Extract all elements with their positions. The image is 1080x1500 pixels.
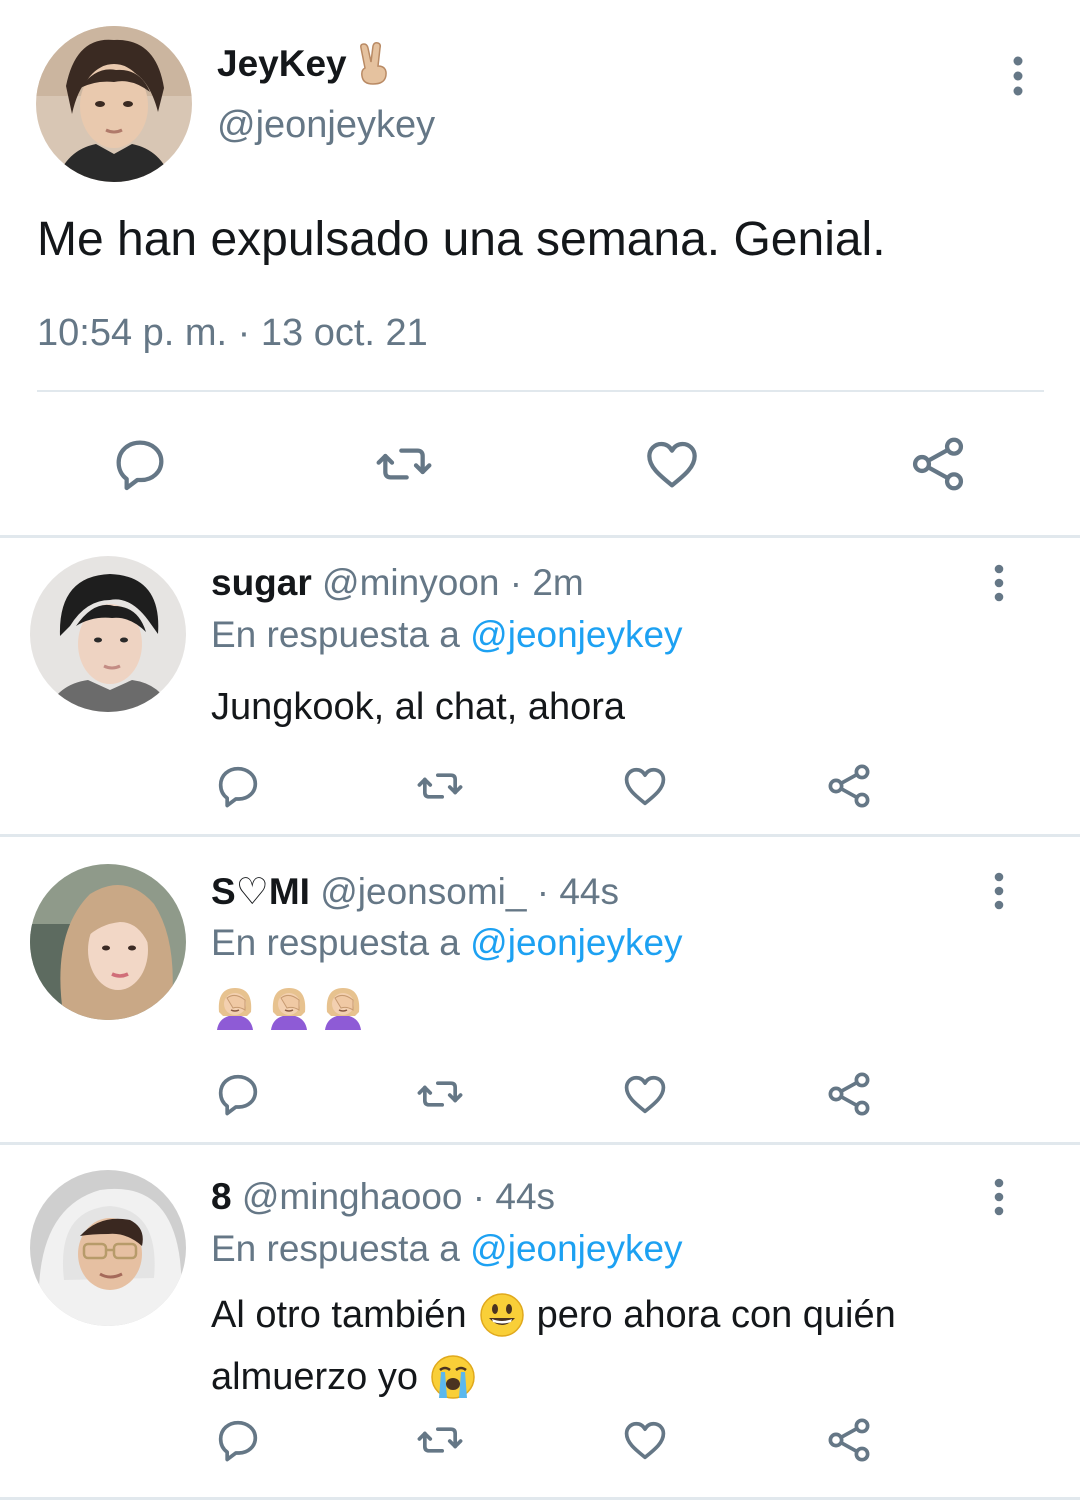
tweet-text: Al otro también pero ahora con quién alm…: [211, 1284, 1011, 1408]
like-icon[interactable]: [619, 1414, 671, 1466]
share-icon[interactable]: [823, 760, 875, 812]
author-name-text: JeyKey: [217, 43, 347, 84]
reply-tweet[interactable]: S♡MI @jeonsomi_ · 44s En respuesta a @je…: [0, 846, 1080, 1142]
tweet-thread: JeyKey @jeonjeykey Me han expulsado una …: [0, 0, 1080, 1500]
reply-tweet[interactable]: sugar @minyoon · 2m En respuesta a @jeon…: [0, 538, 1080, 834]
replying-to: En respuesta a @jeonjeykey: [211, 614, 683, 656]
author-name[interactable]: S♡MI: [211, 871, 310, 912]
facepalm-emoji: [211, 982, 259, 1030]
avatar[interactable]: [36, 26, 192, 182]
avatar[interactable]: [30, 1170, 186, 1326]
reply-icon[interactable]: [212, 1068, 264, 1120]
tweet-time[interactable]: 44s: [495, 1176, 555, 1217]
like-icon[interactable]: [619, 760, 671, 812]
tweet-time[interactable]: 44s: [559, 871, 619, 912]
replying-label: En respuesta a: [211, 922, 460, 963]
retweet-icon[interactable]: [414, 1414, 466, 1466]
loudly-crying-face-emoji: [430, 1354, 476, 1400]
facepalm-emoji: [265, 982, 313, 1030]
divider: [0, 1142, 1080, 1145]
share-icon[interactable]: [823, 1414, 875, 1466]
replying-to: En respuesta a @jeonjeykey: [211, 1228, 683, 1270]
tweet-text-part: pero ahora con quién: [536, 1294, 896, 1336]
separator: ·: [509, 562, 523, 603]
author-name[interactable]: 8: [211, 1176, 232, 1217]
replying-to: En respuesta a @jeonjeykey: [211, 922, 683, 964]
tweet-text: Jungkook, al chat, ahora: [211, 686, 626, 728]
author-handle[interactable]: @minyoon: [322, 562, 499, 603]
share-icon[interactable]: [906, 432, 970, 496]
tweet-timestamp[interactable]: 10:54 p. m. · 13 oct. 21: [37, 312, 428, 355]
separator: ·: [472, 1176, 486, 1217]
tweet-time[interactable]: 2m: [532, 562, 583, 603]
more-icon[interactable]: [986, 872, 1012, 910]
tweet-text-part: Al otro también: [211, 1294, 467, 1336]
divider: [0, 834, 1080, 837]
like-icon[interactable]: [619, 1068, 671, 1120]
replying-label: En respuesta a: [211, 614, 460, 655]
reply-header: 8 @minghaooo · 44s: [211, 1176, 555, 1218]
facepalm-emoji: [319, 982, 367, 1030]
more-icon[interactable]: [1004, 56, 1032, 96]
reply-header: S♡MI @jeonsomi_ · 44s: [211, 870, 619, 913]
reply-header: sugar @minyoon · 2m: [211, 562, 584, 604]
mention-link[interactable]: @jeonjeykey: [470, 922, 682, 963]
author-name[interactable]: sugar: [211, 562, 312, 603]
author-handle[interactable]: @jeonsomi_: [320, 871, 526, 912]
reply-icon[interactable]: [108, 432, 172, 496]
tweet-text-part: almuerzo yo: [211, 1356, 418, 1398]
separator: ·: [536, 871, 550, 912]
divider: [37, 390, 1044, 392]
replying-label: En respuesta a: [211, 1228, 460, 1269]
mention-link[interactable]: @jeonjeykey: [470, 614, 682, 655]
share-icon[interactable]: [823, 1068, 875, 1120]
more-icon[interactable]: [986, 1178, 1012, 1216]
like-icon[interactable]: [640, 432, 704, 496]
retweet-icon[interactable]: [414, 760, 466, 812]
victory-hand-emoji: [353, 42, 393, 86]
author-handle[interactable]: @minghaooo: [242, 1176, 463, 1217]
reply-icon[interactable]: [212, 760, 264, 812]
tweet-text: Me han expulsado una semana. Genial.: [37, 213, 886, 266]
mention-link[interactable]: @jeonjeykey: [470, 1228, 682, 1269]
avatar[interactable]: [30, 556, 186, 712]
retweet-icon[interactable]: [372, 432, 436, 496]
reply-tweet[interactable]: 8 @minghaooo · 44s En respuesta a @jeonj…: [0, 1152, 1080, 1500]
tweet-text: [211, 982, 1011, 1030]
grinning-face-emoji: [479, 1292, 525, 1338]
more-icon[interactable]: [986, 564, 1012, 602]
reply-icon[interactable]: [212, 1414, 264, 1466]
author-name[interactable]: JeyKey: [217, 42, 393, 86]
avatar[interactable]: [30, 864, 186, 1020]
author-handle[interactable]: @jeonjeykey: [217, 104, 435, 147]
retweet-icon[interactable]: [414, 1068, 466, 1120]
